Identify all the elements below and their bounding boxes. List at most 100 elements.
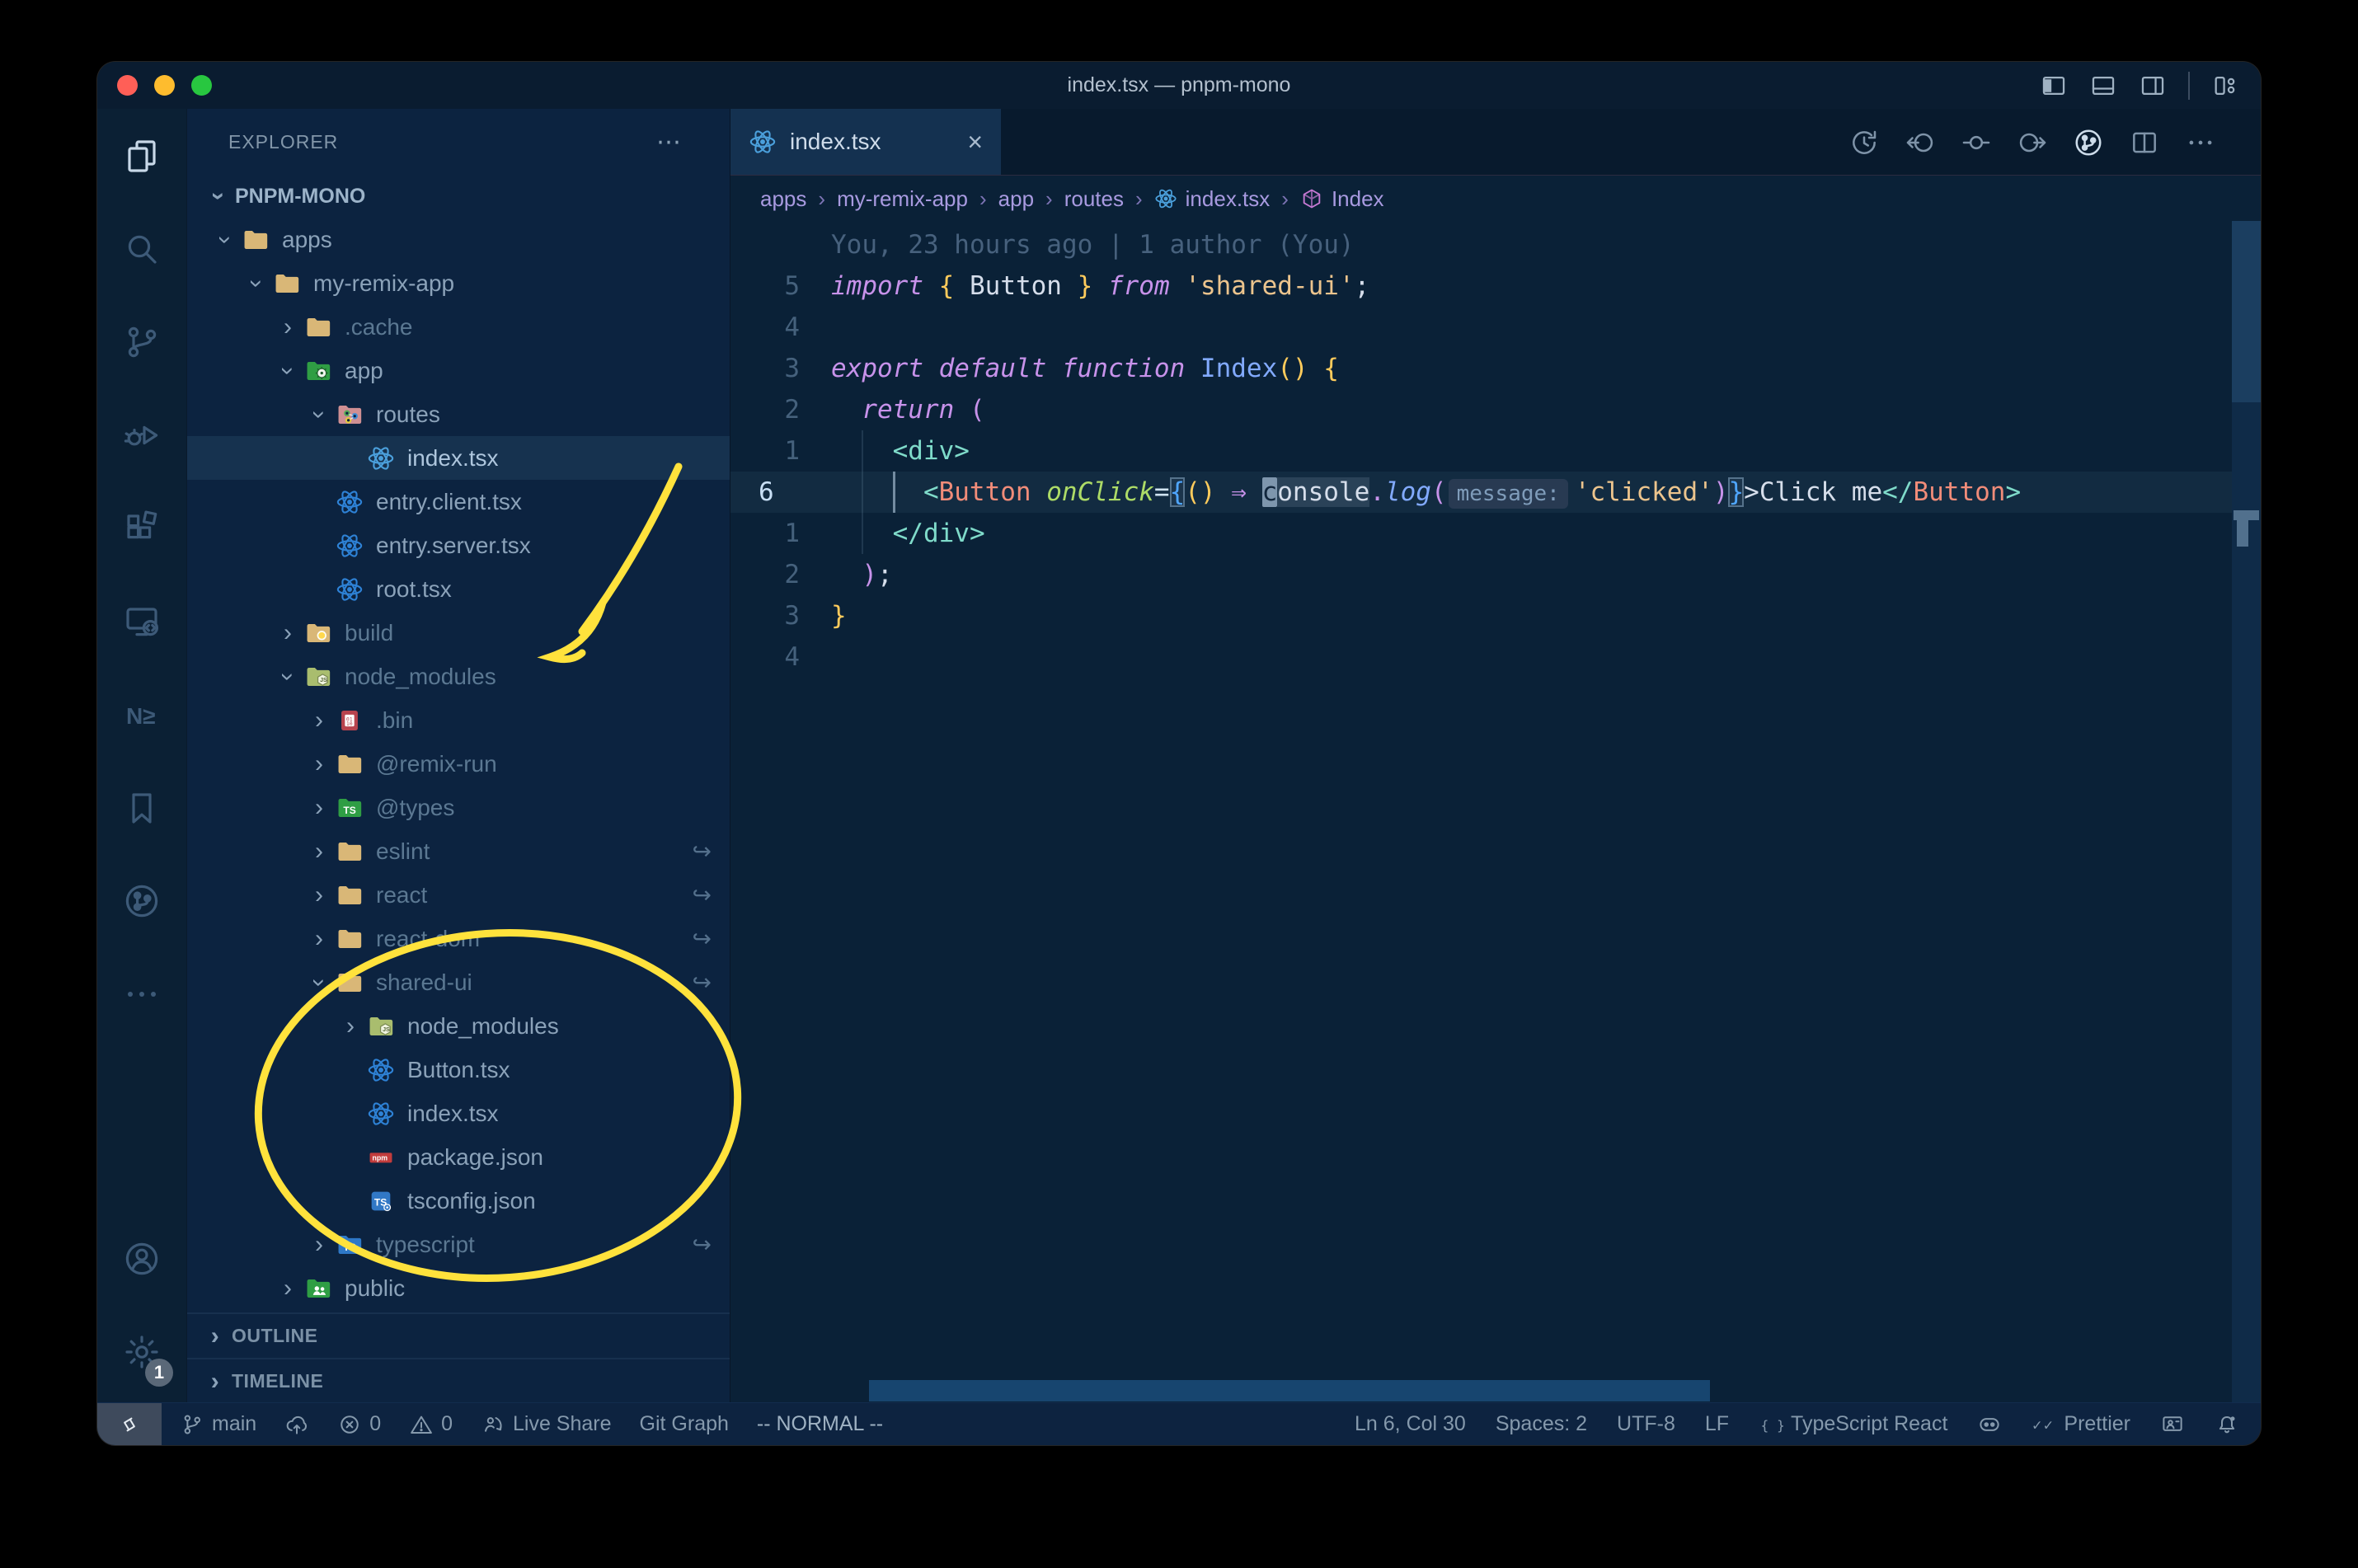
- tree-row-tsconfig.json[interactable]: TS tsconfig.json: [187, 1179, 730, 1223]
- tree-row-public[interactable]: › public: [187, 1266, 730, 1310]
- tree-row-.cache[interactable]: › .cache: [187, 305, 730, 349]
- status-vim-mode[interactable]: -- NORMAL --: [757, 1412, 883, 1436]
- status-cursor-position[interactable]: Ln 6, Col 30: [1355, 1412, 1466, 1436]
- tree-row-@remix-run[interactable]: › @remix-run: [187, 742, 730, 786]
- activity-bar-item-remote-explorer[interactable]: [97, 575, 186, 668]
- code-editor[interactable]: You, 23 hours ago | 1 author (You) 5 impor…: [730, 221, 2232, 1403]
- customize-layout-icon[interactable]: [2211, 72, 2239, 100]
- remote-window-indicator[interactable]: [97, 1403, 162, 1445]
- status-language-mode[interactable]: { } TypeScript React: [1759, 1412, 1948, 1437]
- activity-bar-item-more[interactable]: [97, 947, 186, 1040]
- tree-row-node-modules[interactable]: › JS node_modules: [187, 655, 730, 698]
- code-line[interactable]: 3}: [730, 595, 2232, 636]
- gitlens-blame-line[interactable]: You, 23 hours ago | 1 author (You): [730, 224, 2232, 265]
- status-warnings[interactable]: 0: [409, 1412, 453, 1437]
- activity-bar-item-nx-console[interactable]: N≥: [97, 668, 186, 761]
- chevron-down-icon: ›: [306, 978, 333, 987]
- activity-bar-item-source-control[interactable]: [97, 295, 186, 388]
- tree-row-node-modules[interactable]: › JS node_modules: [187, 1004, 730, 1048]
- code-line[interactable]: 2 return (: [730, 389, 2232, 430]
- horizontal-scrollbar-thumb[interactable]: [869, 1380, 1710, 1401]
- tree-row-index.tsx[interactable]: index.tsx: [187, 436, 730, 480]
- history-icon[interactable]: [1848, 127, 1880, 158]
- commit-icon[interactable]: [1961, 127, 1992, 158]
- vertical-scrollbar-thumb[interactable]: [2232, 221, 2261, 402]
- change-prev-icon[interactable]: [1905, 127, 1936, 158]
- change-next-icon[interactable]: [2017, 127, 2048, 158]
- status-live-share[interactable]: Live Share: [481, 1412, 612, 1437]
- tree-row-app[interactable]: › app: [187, 349, 730, 392]
- code-line[interactable]: 3 export default function Index() {: [730, 348, 2232, 389]
- activity-bar-item-search[interactable]: [97, 202, 186, 295]
- tree-row-build[interactable]: › build: [187, 611, 730, 655]
- split-editor-icon[interactable]: [2129, 127, 2160, 158]
- workspace-root-row[interactable]: › PNPM-MONO: [187, 175, 730, 218]
- tree-row-index.tsx[interactable]: index.tsx: [187, 1091, 730, 1135]
- activity-bar-item-run-debug[interactable]: [97, 388, 186, 481]
- status-formatter[interactable]: ✓✓ Prettier: [2032, 1412, 2130, 1437]
- status-eol[interactable]: LF: [1705, 1412, 1729, 1436]
- close-tab-icon[interactable]: ×: [967, 127, 983, 157]
- code-line[interactable]: 5 import { Button } from 'shared-ui';: [730, 265, 2232, 307]
- explorer-more-actions-icon[interactable]: ⋯: [656, 128, 683, 157]
- tree-row-react[interactable]: › react ↪: [187, 873, 730, 917]
- breadcrumb-item-routes[interactable]: routes: [1064, 186, 1124, 212]
- tree-row-shared-ui[interactable]: › shared-ui ↪: [187, 960, 730, 1004]
- breadcrumb-item-my-remix-app[interactable]: my-remix-app: [837, 186, 968, 212]
- breadcrumb-item-app[interactable]: app: [998, 186, 1034, 212]
- status-publish[interactable]: [284, 1412, 309, 1437]
- status-copilot[interactable]: [1977, 1412, 2002, 1437]
- tree-row-apps[interactable]: › apps: [187, 218, 730, 261]
- timeline-section-header[interactable]: › TIMELINE: [187, 1358, 730, 1403]
- vertical-scrollbar[interactable]: [2232, 221, 2261, 1403]
- outline-section-header[interactable]: › OUTLINE: [187, 1312, 730, 1358]
- status-branch[interactable]: main: [180, 1412, 256, 1437]
- breadcrumb-item-Index[interactable]: Index: [1300, 186, 1384, 212]
- react-icon: [367, 444, 395, 472]
- status-item-label: Live Share: [513, 1412, 612, 1435]
- code-line[interactable]: 6 <Button onClick={() ⇒ console.log(messa…: [730, 472, 2232, 513]
- code-line[interactable]: 2);: [730, 554, 2232, 595]
- status-feedback[interactable]: [2160, 1412, 2185, 1437]
- tree-row-@types[interactable]: › TS @types: [187, 786, 730, 829]
- code-line[interactable]: 4: [730, 307, 2232, 348]
- status-encoding[interactable]: UTF-8: [1617, 1412, 1675, 1436]
- activity-bar-item-accounts[interactable]: [97, 1212, 186, 1305]
- code-line[interactable]: 4: [730, 636, 2232, 678]
- tree-row-entry.client.tsx[interactable]: entry.client.tsx: [187, 480, 730, 523]
- toggle-panel-icon[interactable]: [2089, 72, 2117, 100]
- tree-row-entry.server.tsx[interactable]: entry.server.tsx: [187, 523, 730, 567]
- status-item-label: Spaces: 2: [1495, 1412, 1588, 1435]
- tree-row-package.json[interactable]: npm package.json: [187, 1135, 730, 1179]
- toggle-secondary-sidebar-icon[interactable]: [2139, 72, 2167, 100]
- status-errors[interactable]: 0: [337, 1412, 381, 1437]
- code-line[interactable]: 1 </div>: [730, 513, 2232, 554]
- activity-bar-item-settings[interactable]: 1: [97, 1305, 186, 1398]
- status-git-graph[interactable]: Git Graph: [640, 1412, 729, 1436]
- tree-row-eslint[interactable]: › eslint ↪: [187, 829, 730, 873]
- code-line[interactable]: 1 <div>: [730, 430, 2232, 472]
- tree-row-my-remix-app[interactable]: › my-remix-app: [187, 261, 730, 305]
- gitlens-graph-icon[interactable]: [2073, 127, 2104, 158]
- folder-public-icon: [304, 1275, 332, 1303]
- activity-bar-item-files[interactable]: [97, 109, 186, 202]
- tree-row-typescript[interactable]: › TS typescript ↪: [187, 1223, 730, 1266]
- breadcrumb-item-index.tsx[interactable]: index.tsx: [1154, 186, 1270, 212]
- tree-row-react-dom[interactable]: › react-dom ↪: [187, 917, 730, 960]
- tree-item-label: index.tsx: [407, 444, 499, 471]
- tree-row-Button.tsx[interactable]: Button.tsx: [187, 1048, 730, 1091]
- activity-bar-item-git-graph[interactable]: [97, 854, 186, 947]
- tab-index-tsx[interactable]: index.tsx ×: [730, 109, 1001, 175]
- tree-row-root.tsx[interactable]: root.tsx: [187, 567, 730, 611]
- tree-row-.bin[interactable]: › 01 10 .bin: [187, 698, 730, 742]
- status-indentation[interactable]: Spaces: 2: [1496, 1412, 1587, 1436]
- status-notifications[interactable]: [2215, 1412, 2239, 1437]
- activity-bar-item-extensions[interactable]: [97, 481, 186, 575]
- toggle-primary-sidebar-icon[interactable]: [2040, 72, 2068, 100]
- status-item-label: Ln 6, Col 30: [1355, 1412, 1466, 1435]
- activity-bar-item-bookmarks[interactable]: [97, 761, 186, 854]
- more-actions-icon[interactable]: [2185, 127, 2216, 158]
- tree-row-routes[interactable]: › routes: [187, 392, 730, 436]
- breadcrumb-item-apps[interactable]: apps: [760, 186, 806, 212]
- tree-item-label: node_modules: [407, 1012, 559, 1039]
